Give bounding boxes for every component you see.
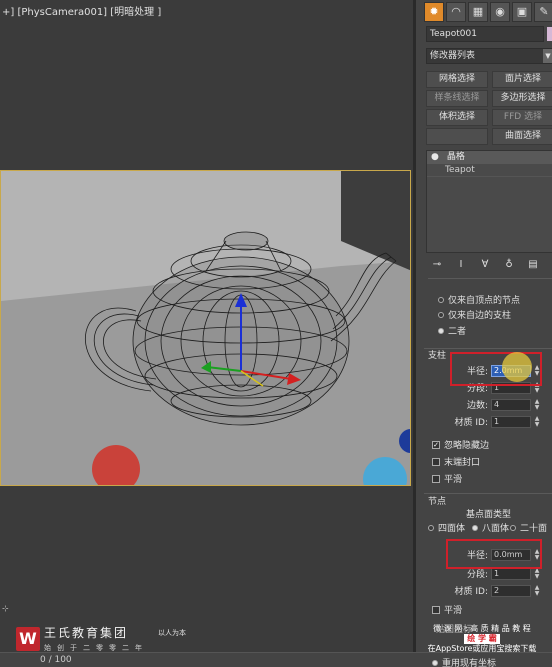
show-end-result-icon[interactable]: Ⅰ <box>454 258 468 272</box>
hierarchy-tab-icon[interactable]: ▦ <box>468 2 488 22</box>
joint-type-label: 基点面类型 <box>466 510 512 520</box>
radio-icon[interactable] <box>510 524 516 531</box>
checkbox-icon[interactable] <box>432 605 440 614</box>
strut-smooth-checkbox[interactable]: 平滑 <box>432 472 462 485</box>
radio-vertices-only[interactable]: 仅来自顶点的节点 <box>438 293 520 306</box>
radio-icon[interactable] <box>432 659 438 666</box>
logo-slogan: 以人为本 <box>158 629 186 637</box>
timeline-frame-counter: 0 / 100 <box>40 655 72 665</box>
company-logo: W 王氏教育集团 始创于二零零二年 以人为本 <box>16 624 186 653</box>
mapping-title: 贴图坐标 <box>436 625 473 635</box>
joint-smooth-checkbox[interactable]: 平滑 <box>432 603 462 616</box>
surface-select-button[interactable]: 曲面选择 <box>492 128 552 145</box>
radio-icon[interactable] <box>472 524 478 531</box>
object-color-swatch[interactable] <box>547 27 552 41</box>
divider <box>428 278 552 279</box>
object-name-input[interactable]: Teapot001 <box>426 26 544 42</box>
radio-icon[interactable] <box>438 327 444 334</box>
viewport-label[interactable]: +] [PhysCamera001] [明暗处理 ] <box>2 3 161 18</box>
spinner-icon[interactable]: ▲ ▼ <box>534 584 540 597</box>
radio-icon[interactable] <box>428 524 434 531</box>
joint-material-input[interactable]: 2 <box>491 584 531 597</box>
watermark: 微 课 网 : 高 质 精 品 教 程 绘 学 霸 在AppStore或应用宝搜… <box>412 624 552 654</box>
modify-tab-icon[interactable]: ◠ <box>446 2 466 22</box>
pin-stack-icon[interactable]: ⊸ <box>430 258 444 272</box>
radio-icon[interactable] <box>438 296 444 303</box>
stack-toolbar: ⊸ Ⅰ ∀ ♁ ▤ <box>430 258 540 272</box>
lightbulb-icon[interactable]: ● <box>431 151 439 164</box>
patch-select-button[interactable]: 面片选择 <box>492 71 552 88</box>
modifier-list-label: 修改器列表 <box>430 51 476 61</box>
strut-material-input[interactable]: 1 <box>491 415 531 428</box>
remove-modifier-icon[interactable]: ♁ <box>502 258 516 272</box>
scene-render <box>1 171 410 485</box>
spline-select-button[interactable]: 样条线选择 <box>426 90 488 107</box>
volume-select-button[interactable]: 体积选择 <box>426 109 488 126</box>
radio-octa[interactable]: 八面体 <box>472 521 509 534</box>
ignore-hidden-checkbox[interactable]: ✓ 忽略隐藏边 <box>432 438 489 451</box>
joint-segments-input[interactable]: 1 <box>491 567 531 580</box>
watermark-line3: 在AppStore或应用宝搜索下载 <box>427 644 537 653</box>
perspective-scene[interactable] <box>0 170 411 486</box>
struts-title: 支柱 <box>428 351 447 361</box>
strut-sides-input[interactable]: 4 <box>491 398 531 411</box>
checkbox-icon[interactable] <box>432 457 440 466</box>
radio-tetra[interactable]: 四面体 <box>428 521 465 534</box>
create-tab-icon[interactable]: ✹ <box>424 2 444 22</box>
empty-modifier-button[interactable] <box>426 128 488 145</box>
logo-title: 王氏教育集团 <box>44 626 129 640</box>
stack-item-lattice[interactable]: ● 晶格 <box>427 151 552 164</box>
highlight-box <box>446 539 542 569</box>
joint-material-field[interactable]: 材质 ID: 2 ▲ ▼ <box>428 584 540 597</box>
utilities-tab-icon[interactable]: ✎ <box>534 2 552 22</box>
radio-edges-only[interactable]: 仅来自边的支柱 <box>438 308 511 321</box>
watermark-brand: 绘 学 霸 <box>464 634 500 644</box>
modifier-list-dropdown[interactable]: 修改器列表 ▼ <box>426 48 552 64</box>
cursor-highlight <box>502 352 532 382</box>
stack-item-label: 晶格 <box>446 152 465 162</box>
app-window: +] [PhysCamera001] [明暗处理 ] ⊹ W 王氏教育集团 始创… <box>0 0 552 667</box>
radio-both[interactable]: 二者 <box>438 324 466 337</box>
motion-tab-icon[interactable]: ◉ <box>490 2 510 22</box>
strut-material-field[interactable]: 材质 ID: 1 ▲ ▼ <box>428 415 540 428</box>
poly-select-button[interactable]: 多边形选择 <box>492 90 552 107</box>
radio-icosa[interactable]: 二十面 <box>510 521 547 534</box>
panel-tabs: ✹ ◠ ▦ ◉ ▣ ✎ <box>424 2 552 22</box>
ffd-select-button[interactable]: FFD 选择 <box>492 109 552 126</box>
checkbox-icon[interactable] <box>432 474 440 483</box>
spinner-icon[interactable]: ▲ ▼ <box>534 415 540 428</box>
spinner-icon[interactable]: ▲ ▼ <box>534 567 540 580</box>
chevron-down-icon[interactable]: ▼ <box>543 49 552 63</box>
logo-mark: W <box>16 626 40 651</box>
display-tab-icon[interactable]: ▣ <box>512 2 532 22</box>
use-existing-coords-radio[interactable]: 重用现有坐标 <box>432 656 496 667</box>
stack-item-teapot[interactable]: Teapot <box>427 164 552 177</box>
watermark-line1: 微 课 网 : 高 质 精 品 教 程 <box>433 624 531 633</box>
modifier-stack[interactable]: ● 晶格 Teapot <box>426 150 552 253</box>
checkbox-checked-icon[interactable]: ✓ <box>432 440 440 449</box>
viewport[interactable]: +] [PhysCamera001] [明暗处理 ] ⊹ W 王氏教育集团 始创… <box>0 0 413 652</box>
make-unique-icon[interactable]: ∀ <box>478 258 492 272</box>
spinner-icon[interactable]: ▲ ▼ <box>534 398 540 411</box>
strut-sides-field[interactable]: 边数: 4 ▲ ▼ <box>428 398 540 411</box>
mesh-select-button[interactable]: 网格选择 <box>426 71 488 88</box>
axis-tripod-icon: ⊹ <box>2 604 9 613</box>
joints-title: 节点 <box>428 497 447 507</box>
configure-sets-icon[interactable]: ▤ <box>526 258 540 272</box>
end-caps-checkbox[interactable]: 末端封口 <box>432 455 480 468</box>
radio-icon[interactable] <box>438 311 444 318</box>
